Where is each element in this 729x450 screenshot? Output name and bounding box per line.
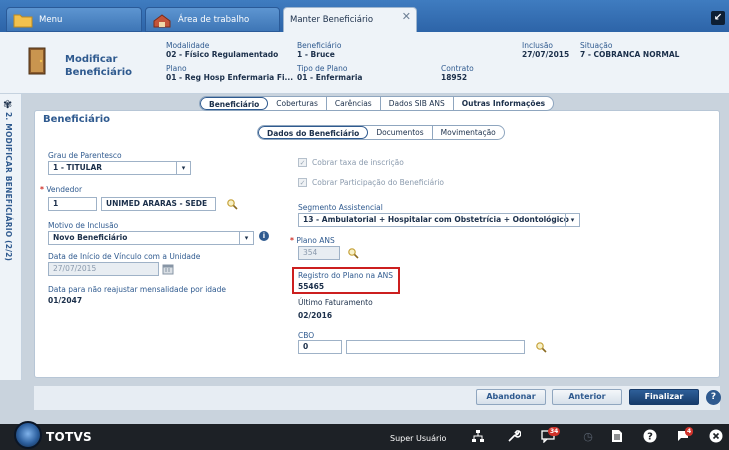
data-reajuste-value: 01/2047 — [48, 296, 83, 305]
tab-area-label: Área de trabalho — [178, 14, 250, 25]
wizard-step-label: 2. MODIFICAR BENEFICIÁRIO (2/2) — [4, 112, 13, 262]
tab-menu-label: Menu — [39, 14, 63, 25]
data-inicio-input[interactable]: 27/07/2015 — [48, 262, 159, 276]
tab-outras-informacoes[interactable]: Outras Informações — [454, 97, 553, 110]
chevron-down-icon: ▾ — [565, 214, 579, 226]
ultimo-faturamento-value: 02/2016 — [298, 311, 333, 320]
plano-ans-label: * Plano ANS — [290, 236, 335, 245]
vendedor-label: * Vendedor — [40, 185, 82, 194]
contrato-label: Contrato — [441, 64, 474, 73]
motivo-select-value: Novo Beneficiário — [53, 233, 128, 242]
modalidade-label: Modalidade — [166, 41, 210, 50]
situacao-value: 7 - COBRANCA NORMAL — [580, 50, 680, 59]
search-icon[interactable] — [535, 341, 547, 353]
network-icon[interactable] — [470, 429, 486, 445]
modalidade-value: 02 - Físico Regulamentado — [166, 50, 279, 59]
tab-documentos[interactable]: Documentos — [368, 126, 433, 139]
cbo-code-input[interactable]: 0 — [298, 340, 342, 354]
anterior-button[interactable]: Anterior — [552, 389, 622, 405]
vendedor-code-input[interactable]: 1 — [48, 197, 97, 211]
section-title: Beneficiário — [43, 114, 111, 125]
inclusao-value: 27/07/2015 — [522, 50, 570, 59]
finalizar-button[interactable]: Finalizar — [629, 389, 699, 405]
chevron-down-icon: ▾ — [239, 232, 253, 244]
segmento-select[interactable]: 13 - Ambulatorial + Hospitalar com Obste… — [298, 213, 580, 227]
help-circle-icon[interactable]: ? — [642, 429, 658, 445]
collapse-icon[interactable]: ↙ — [711, 11, 725, 25]
start-orb-icon[interactable] — [14, 421, 42, 449]
tipo-plano-value: 01 - Enfermaria — [297, 73, 363, 82]
document-icon[interactable] — [609, 429, 625, 445]
tab-coberturas[interactable]: Coberturas — [268, 97, 327, 110]
notifications-badge: 4 — [685, 427, 694, 436]
tab-dados-beneficiario[interactable]: Dados do Beneficiário — [258, 126, 369, 139]
cbo-label: CBO — [298, 331, 315, 340]
highlight-box — [292, 267, 400, 294]
tab-beneficiario[interactable]: Beneficiário — [200, 97, 269, 110]
motivo-select[interactable]: Novo Beneficiário ▾ — [48, 231, 254, 245]
calendar-icon[interactable] — [162, 263, 174, 275]
vendedor-name-input[interactable]: UNIMED ARARAS - SEDE — [101, 197, 216, 211]
cbo-description-input[interactable] — [346, 340, 525, 354]
tab-area-de-trabalho[interactable]: Área de trabalho — [145, 7, 280, 32]
help-icon[interactable]: ? — [706, 390, 721, 405]
tab-movimentacao[interactable]: Movimentação — [433, 126, 504, 139]
data-reajuste-label: Data para não reajustar mensalidade por … — [48, 285, 227, 294]
cobrar-taxa-label: Cobrar taxa de inscrição — [312, 158, 404, 167]
close-icon[interactable] — [708, 429, 724, 445]
window-tab-bar: Menu Área de trabalho Manter Beneficiári… — [0, 0, 729, 32]
grau-label: Grau de Parentesco — [48, 151, 122, 160]
current-user[interactable]: Super Usuário — [390, 434, 446, 443]
tipo-plano-label: Tipo de Plano — [297, 64, 348, 73]
page-title: Modificar Beneficiário — [65, 53, 132, 79]
data-inicio-label: Data de Início de Vínculo com a Unidade — [48, 252, 201, 261]
plano-label: Plano — [166, 64, 187, 73]
messages-badge: 34 — [548, 427, 561, 436]
cobrar-participacao-checkbox[interactable]: ✓ — [298, 178, 307, 187]
required-marker: * — [290, 236, 294, 245]
wizard-icon: ✾ — [3, 98, 13, 111]
wrench-icon[interactable] — [506, 429, 522, 445]
contrato-value: 18952 — [441, 73, 468, 82]
chevron-down-icon: ▾ — [176, 162, 190, 174]
brand-logo: TOTVS — [46, 430, 93, 444]
segmento-label: Segmento Assistencial — [298, 203, 383, 212]
plano-ans-label-text: Plano ANS — [296, 236, 335, 245]
search-icon[interactable] — [347, 247, 359, 259]
beneficiario-label: Beneficiário — [297, 41, 342, 50]
wizard-step-strip: ✾ 2. MODIFICAR BENEFICIÁRIO (2/2) — [0, 94, 22, 380]
vendedor-label-text: Vendedor — [46, 185, 83, 194]
folder-icon — [13, 12, 33, 28]
situacao-label: Situação — [580, 41, 613, 50]
required-marker: * — [40, 185, 44, 194]
search-icon[interactable] — [226, 198, 238, 210]
ultimo-faturamento-label: Último Faturamento — [298, 298, 373, 307]
segmento-select-value: 13 - Ambulatorial + Hospitalar com Obste… — [303, 215, 569, 224]
tab-manter-beneficiario[interactable]: Manter Beneficiário ✕ — [283, 7, 417, 32]
sub-tabs: Dados do Beneficiário Documentos Movimen… — [257, 125, 505, 140]
cobrar-participacao-label: Cobrar Participação do Beneficiário — [312, 178, 445, 187]
clock-icon[interactable]: ◷ — [580, 429, 596, 445]
plano-value: 01 - Reg Hosp Enfermaria Fi... — [166, 73, 294, 82]
inclusao-label: Inclusão — [522, 41, 554, 50]
tab-dados-sib-ans[interactable]: Dados SIB ANS — [381, 97, 454, 110]
door-icon — [26, 46, 50, 76]
plano-ans-input[interactable]: 354 — [298, 246, 340, 260]
tab-carencias[interactable]: Carências — [327, 97, 381, 110]
grau-select[interactable]: 1 - TITULAR ▾ — [48, 161, 191, 175]
beneficiario-value: 1 - Bruce — [297, 50, 335, 59]
cobrar-taxa-checkbox[interactable]: ✓ — [298, 158, 307, 167]
info-icon[interactable]: i — [259, 231, 269, 241]
tab-manter-label: Manter Beneficiário — [290, 15, 374, 25]
page-title-line2: Beneficiário — [65, 67, 133, 78]
tab-menu[interactable]: Menu — [6, 7, 142, 32]
page-title-line1: Modificar — [65, 54, 118, 65]
motivo-label: Motivo de Inclusão — [48, 221, 119, 230]
grau-select-value: 1 - TITULAR — [53, 163, 103, 172]
workspace-icon — [152, 12, 172, 28]
abandonar-button[interactable]: Abandonar — [476, 389, 546, 405]
main-tabs: Beneficiário Coberturas Carências Dados … — [199, 96, 555, 111]
svg-text:?: ? — [647, 432, 653, 443]
close-icon[interactable]: ✕ — [402, 10, 411, 23]
